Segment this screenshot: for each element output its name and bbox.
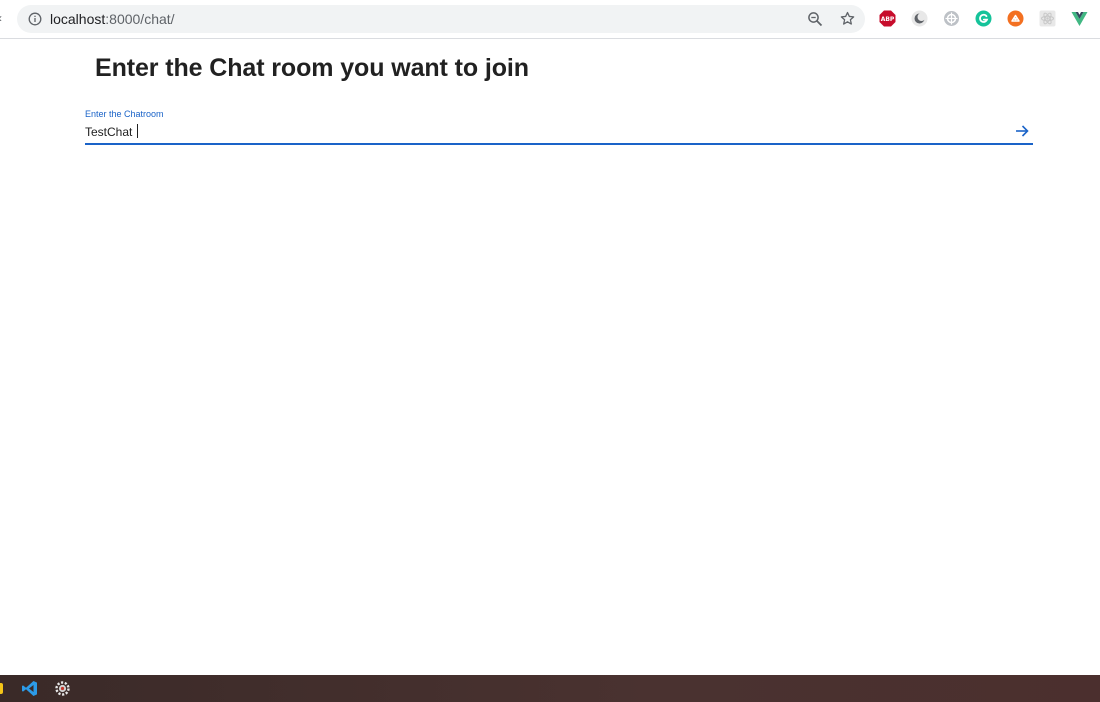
chatroom-field-underline	[85, 143, 1033, 145]
chatroom-field[interactable]: Enter the Chatroom	[85, 108, 1033, 146]
react-devtools-icon[interactable]	[1039, 10, 1056, 27]
arrow-right-icon[interactable]	[1014, 123, 1030, 139]
settings-icon[interactable]	[54, 680, 71, 697]
browser-toolbar: ‹ localhost:8000/chat/ ABP	[0, 0, 1100, 39]
chatroom-input[interactable]	[85, 123, 1005, 141]
back-arrow-icon[interactable]: ‹	[0, 11, 2, 25]
page-title: Enter the Chat room you want to join	[95, 54, 529, 82]
grammarly-icon[interactable]	[975, 10, 992, 27]
vue-devtools-icon[interactable]	[1071, 10, 1088, 27]
chatroom-field-label: Enter the Chatroom	[85, 109, 164, 119]
star-icon[interactable]	[839, 10, 856, 27]
info-icon[interactable]	[28, 12, 42, 26]
orange-extension-icon[interactable]	[1007, 10, 1024, 27]
address-bar[interactable]: localhost:8000/chat/	[17, 5, 865, 33]
os-taskbar	[0, 675, 1100, 702]
text-caret	[137, 124, 138, 138]
url-text[interactable]: localhost:8000/chat/	[50, 11, 175, 27]
url-host: localhost	[50, 11, 106, 27]
sticky-notes-icon[interactable]	[0, 680, 4, 697]
abp-label: ABP	[881, 16, 895, 23]
vscode-icon[interactable]	[21, 680, 38, 697]
adblock-plus-icon[interactable]: ABP	[879, 10, 896, 27]
zoom-icon[interactable]	[807, 11, 823, 27]
extension-gear-icon[interactable]	[943, 10, 960, 27]
url-path: :8000/chat/	[105, 11, 175, 27]
dark-mode-icon[interactable]	[911, 10, 928, 27]
